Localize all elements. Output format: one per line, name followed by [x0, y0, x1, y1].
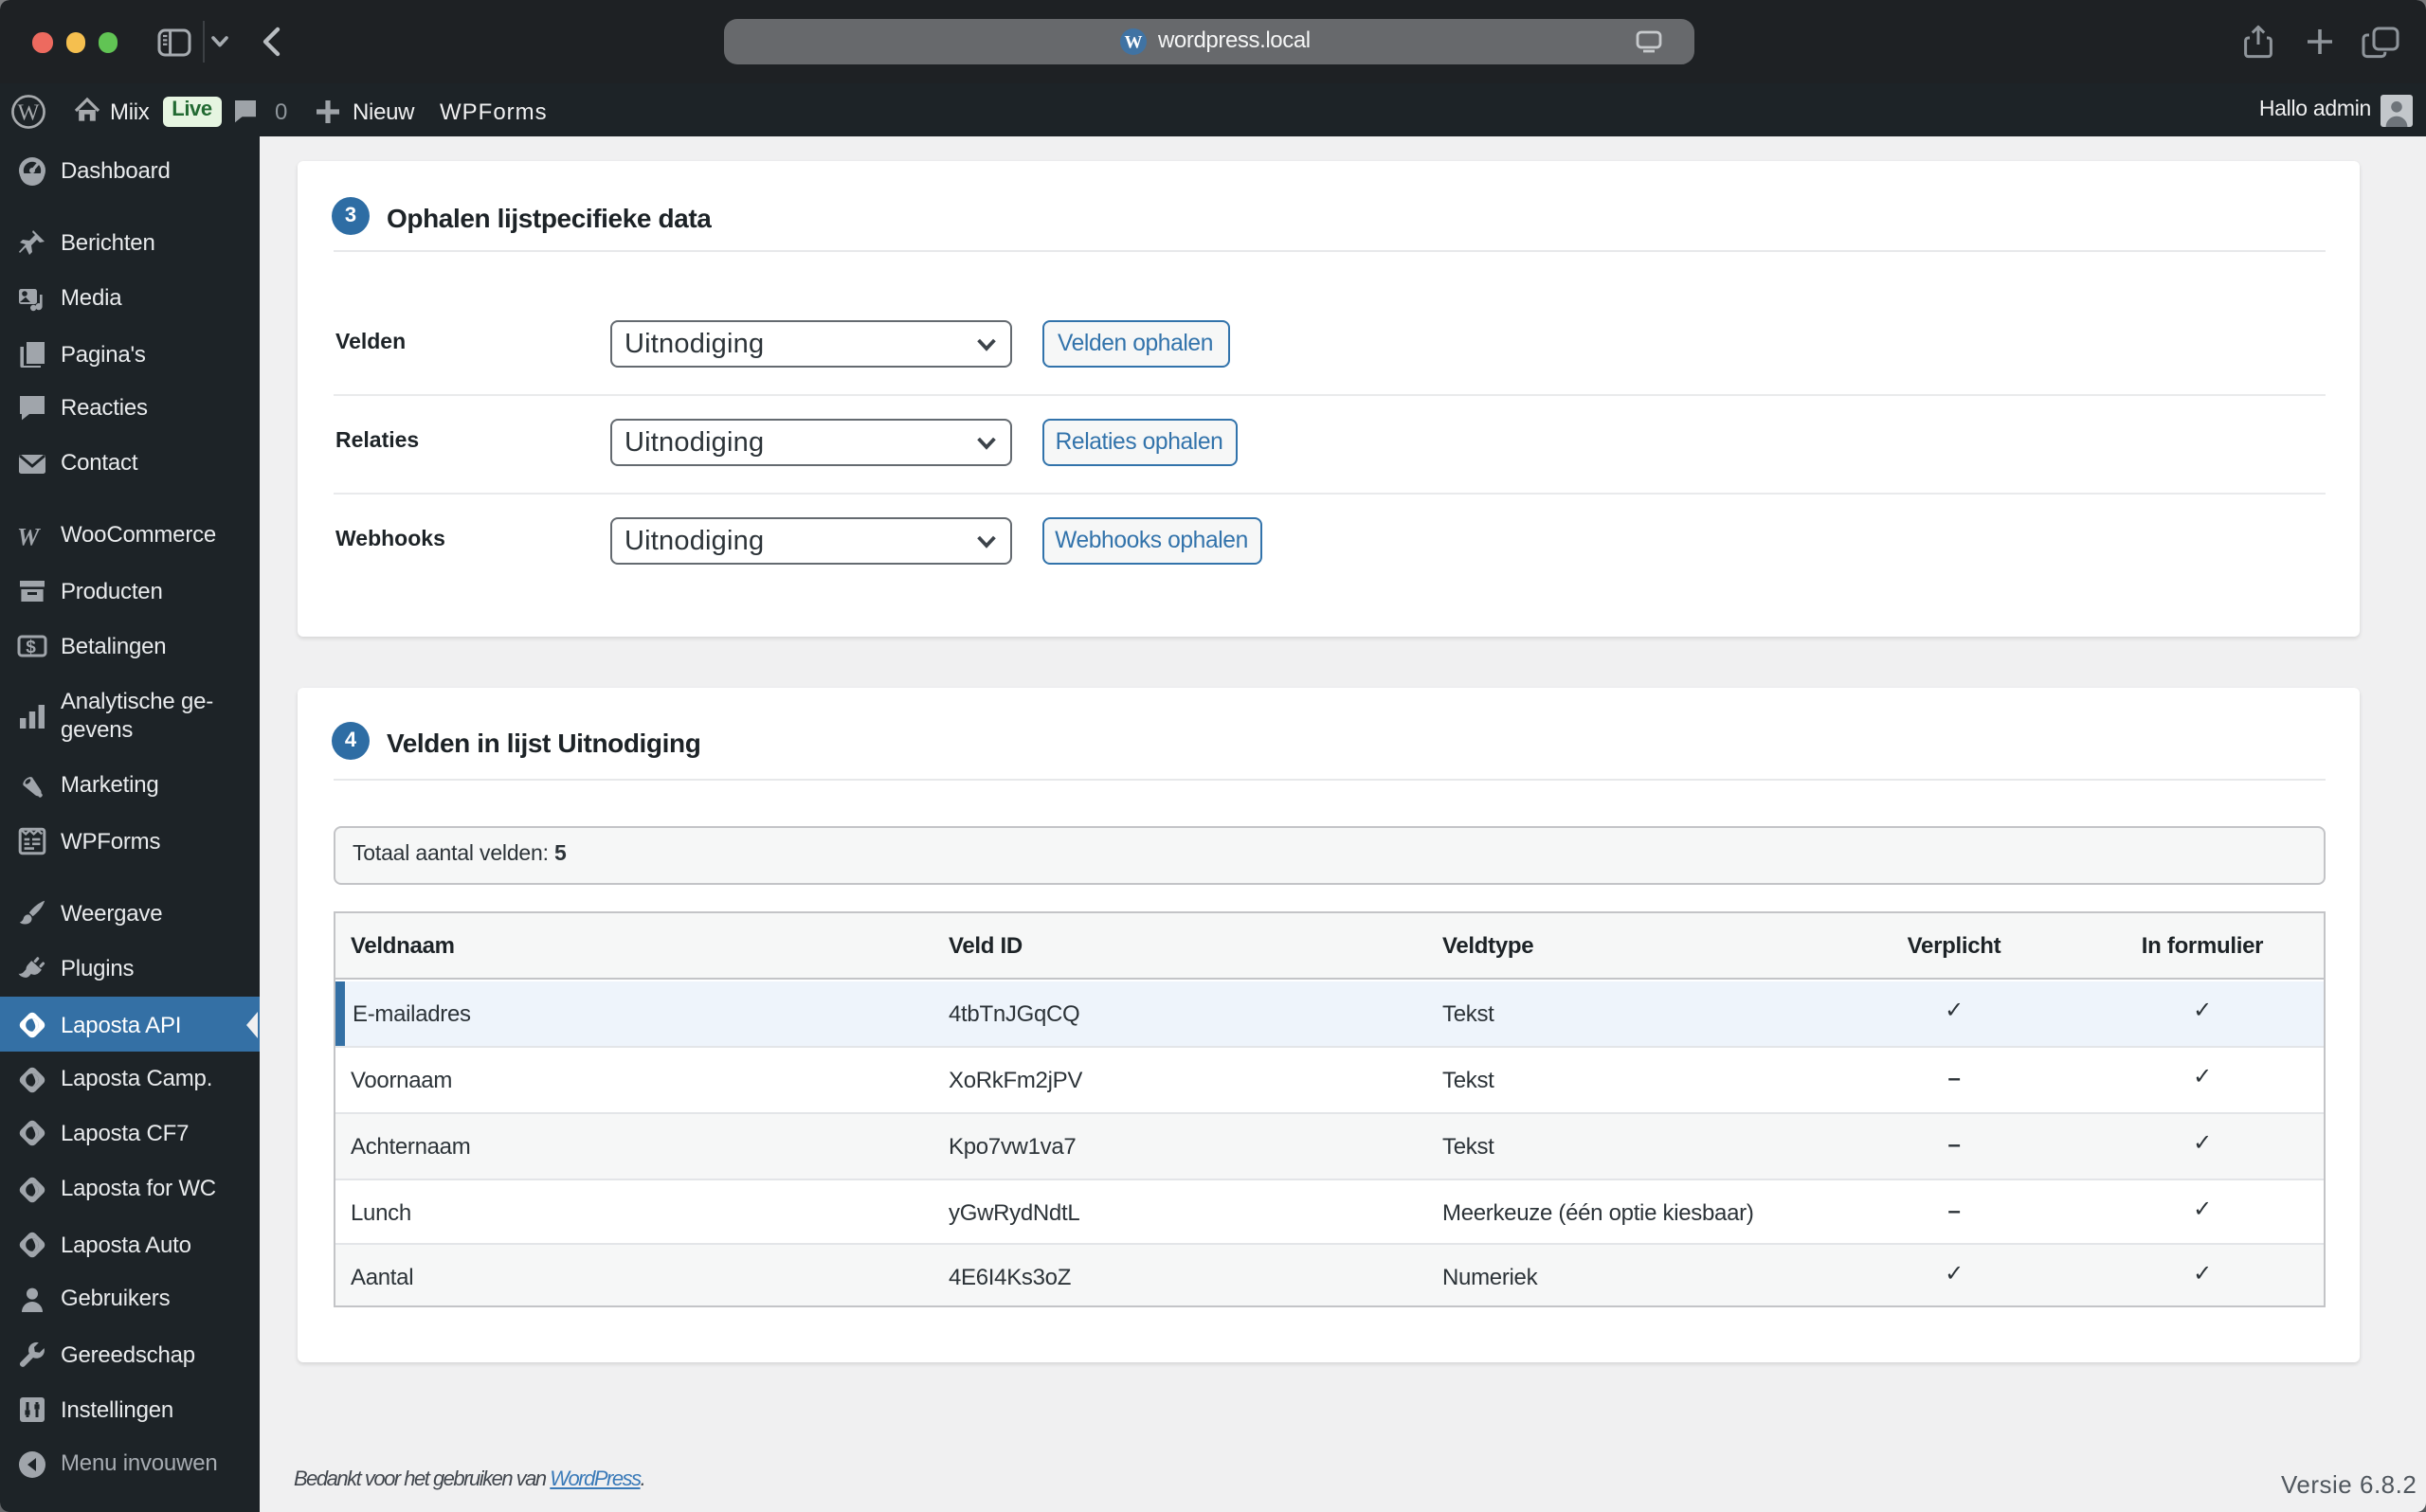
svg-text:$: $	[25, 638, 35, 657]
svg-text:W: W	[18, 99, 40, 124]
svg-text:W: W	[1125, 31, 1143, 51]
svg-text:W: W	[16, 523, 40, 550]
